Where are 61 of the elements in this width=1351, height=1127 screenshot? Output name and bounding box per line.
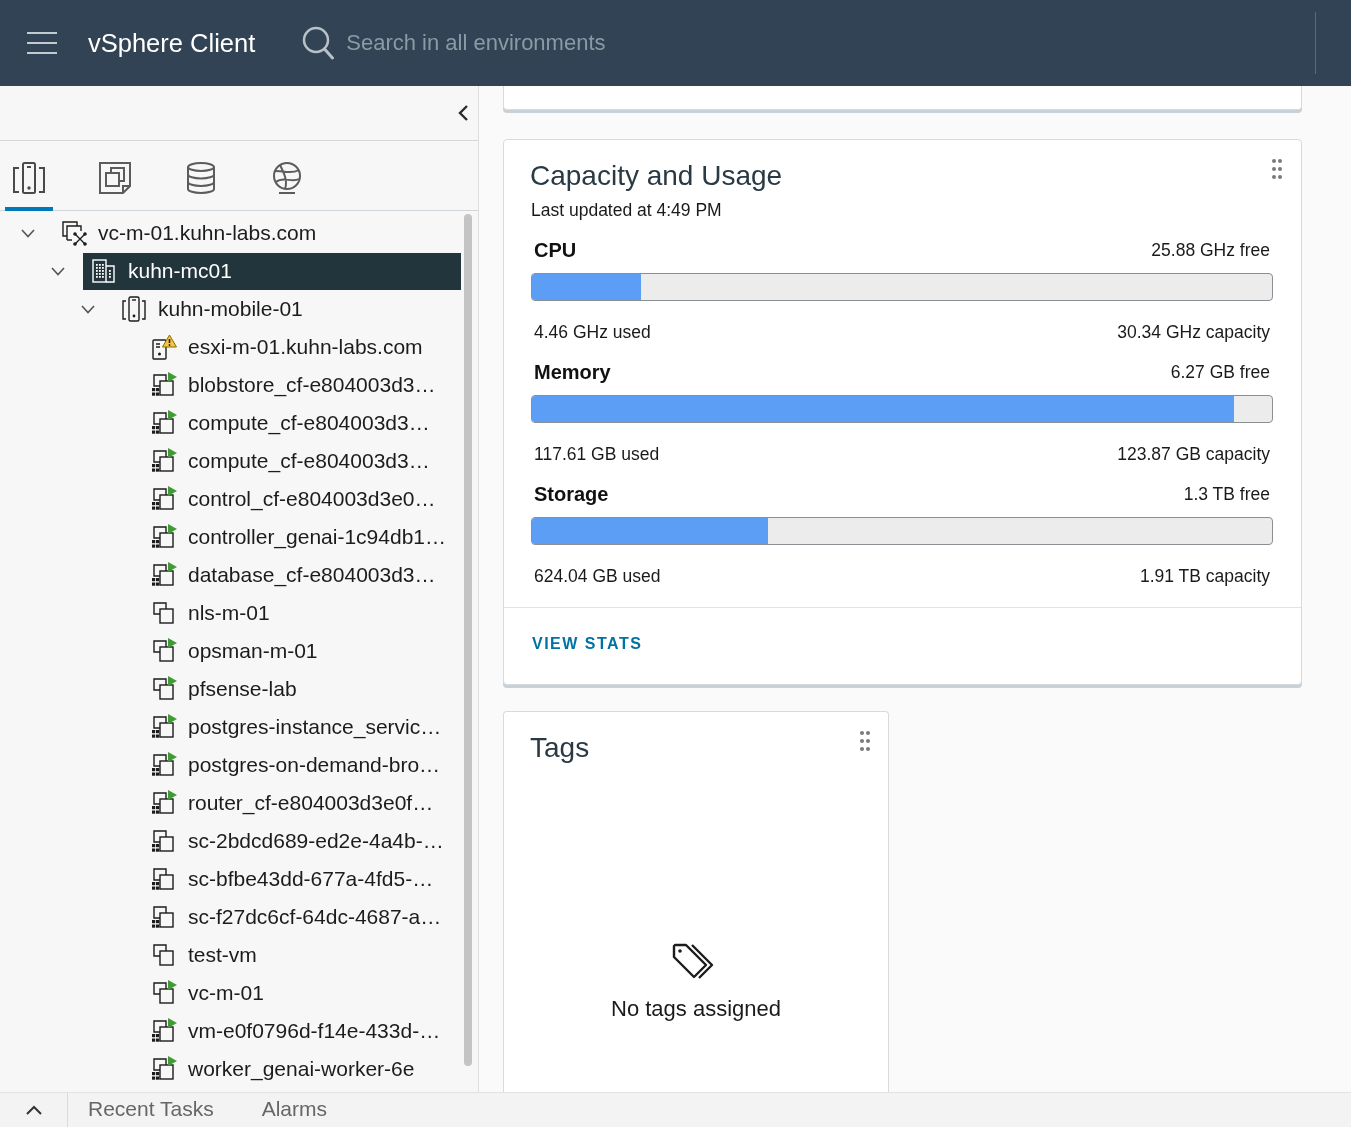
bracketed-phone-icon	[121, 296, 147, 322]
scrollbar-thumb[interactable]	[464, 214, 472, 1066]
tree-item[interactable]: kuhn-mc01	[83, 252, 461, 290]
tree-item[interactable]: control_cf-e804003d3e0…	[143, 480, 461, 518]
view-stats-link[interactable]: VIEW STATS	[532, 635, 643, 652]
free-amount: 1.3 TB free	[1183, 483, 1270, 505]
card-title: Tags	[530, 731, 590, 765]
search-field[interactable]: Search in all environments	[346, 27, 787, 59]
tree-item[interactable]: vm-e0f0796d-f14e-433d-…	[143, 1012, 461, 1050]
tree-item[interactable]: pfsense-lab	[143, 670, 461, 708]
used-amount: 624.04 GB used	[534, 565, 661, 587]
building-icon	[91, 258, 117, 284]
tree-item[interactable]: vc-m-01.kuhn-labs.com	[53, 214, 461, 252]
chevron-left-icon[interactable]	[457, 104, 469, 122]
chevron-up-icon[interactable]	[25, 1105, 42, 1115]
tree-item[interactable]: esxi-m-01.kuhn-labs.com	[143, 328, 461, 366]
capacity-amount: 30.34 GHz capacity	[1117, 321, 1270, 343]
tree-item[interactable]: router_cf-e804003d3e0f…	[143, 784, 461, 822]
resource-name: Memory	[534, 360, 611, 384]
free-amount: 6.27 GB free	[1170, 361, 1270, 383]
used-amount: 117.61 GB used	[534, 443, 660, 465]
bracketed-phone-icon	[12, 161, 46, 195]
resource-name: CPU	[534, 238, 577, 262]
tree-item[interactable]: sc-f27dc6cf-64dc-4687-a…	[143, 898, 461, 936]
tree-item[interactable]: sc-bfbe43dd-677a-4fd5-…	[143, 860, 461, 898]
free-amount: 25.88 GHz free	[1151, 239, 1270, 261]
tree-item[interactable]: compute_cf-e804003d3…	[143, 442, 461, 480]
tree-item[interactable]: postgres-on-demand-bro…	[143, 746, 461, 784]
copy-pages-icon	[98, 161, 132, 195]
tree-item[interactable]: nls-m-01	[143, 594, 461, 632]
app-title: vSphere Client	[88, 28, 256, 58]
tree-item[interactable]: test-vm	[143, 936, 461, 974]
drag-handle-icon[interactable]	[1272, 159, 1282, 179]
used-amount: 4.46 GHz used	[534, 321, 651, 343]
tree-item[interactable]: worker_genai-worker-6e	[143, 1050, 461, 1088]
panel-tab[interactable]: Alarms	[261, 1096, 327, 1124]
tree-item[interactable]: database_cf-e804003d3…	[143, 556, 461, 594]
tree-item[interactable]: opsman-m-01	[143, 632, 461, 670]
tree-item[interactable]: sc-2bdcd689-ed2e-4a4b-…	[143, 822, 461, 860]
tree-item[interactable]: kuhn-mobile-01	[113, 290, 461, 328]
globe-icon	[270, 161, 304, 195]
menu-icon[interactable]	[27, 32, 57, 54]
database-icon	[184, 161, 218, 195]
server-stack-icon	[61, 220, 87, 246]
chevron-down-icon[interactable]	[51, 266, 65, 276]
tree-item[interactable]: postgres-instance_servic…	[143, 708, 461, 746]
tree-item[interactable]: vc-m-01	[143, 974, 461, 1012]
chevron-down-icon[interactable]	[81, 304, 95, 314]
panel-tab[interactable]: Recent Tasks	[88, 1096, 214, 1124]
drag-handle-icon[interactable]	[860, 731, 870, 751]
resource-name: Storage	[534, 482, 609, 506]
capacity-amount: 123.87 GB capacity	[1117, 443, 1270, 465]
tree-item[interactable]: compute_cf-e804003d3…	[143, 404, 461, 442]
last-updated-text: Last updated at 4:49 PM	[531, 199, 723, 221]
tree-item[interactable]: blobstore_cf-e804003d3…	[143, 366, 461, 404]
chevron-down-icon[interactable]	[21, 228, 35, 238]
tree-item[interactable]: controller_genai-1c94db1…	[143, 518, 461, 556]
empty-state-text: No tags assigned	[611, 997, 781, 1021]
search-icon	[302, 26, 335, 60]
card-title: Capacity and Usage	[530, 159, 783, 193]
capacity-amount: 1.91 TB capacity	[1139, 565, 1270, 587]
